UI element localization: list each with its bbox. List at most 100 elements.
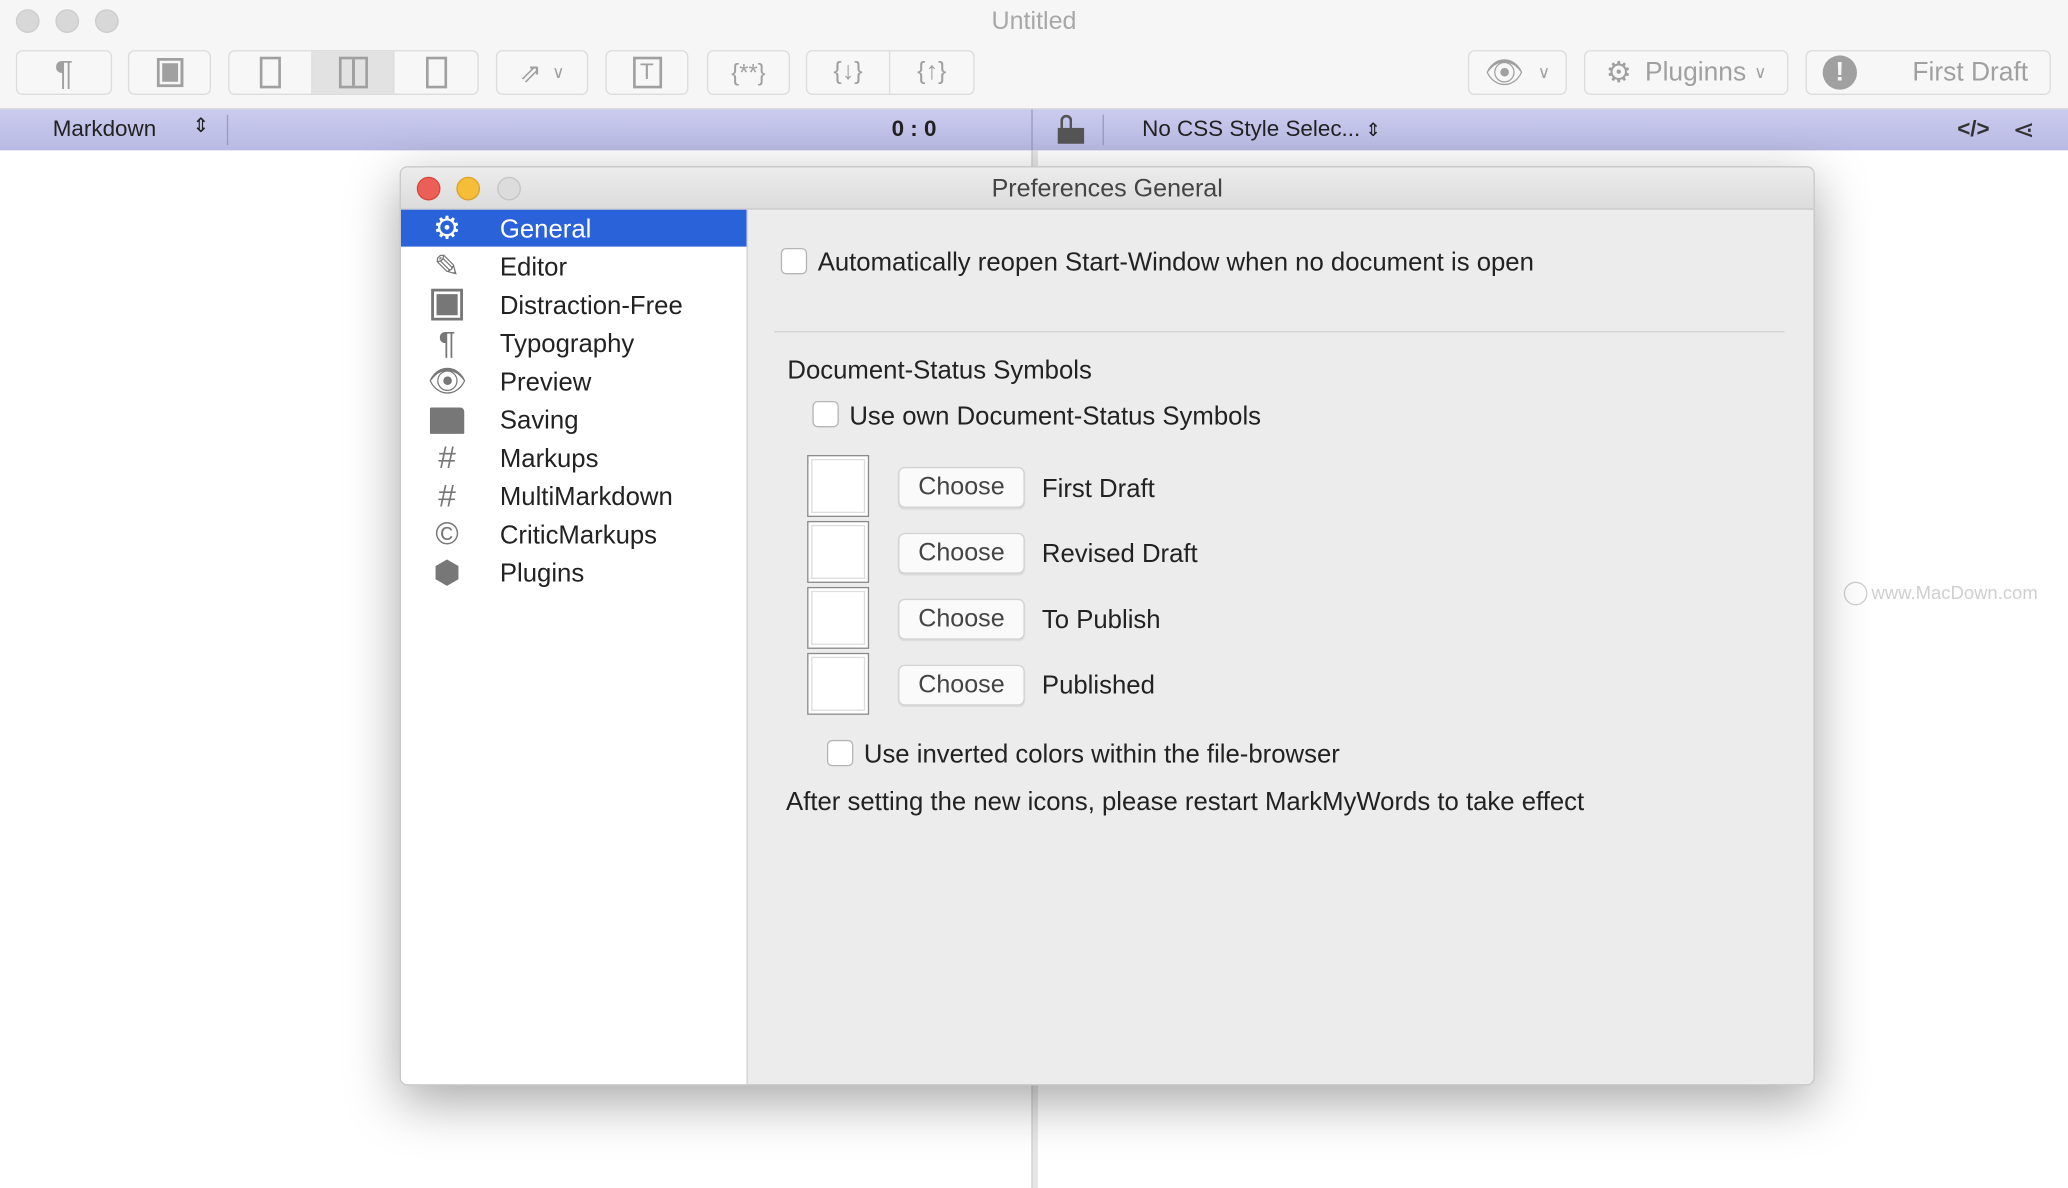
distraction-free-button[interactable] <box>127 50 212 95</box>
folder-icon <box>427 404 467 438</box>
code-icon[interactable]: </> <box>1957 116 1989 142</box>
updown-arrows-icon: ⇕ <box>192 114 210 138</box>
dialog-minimize-button[interactable] <box>456 176 481 201</box>
sidebar-item-distraction-free[interactable]: Distraction-Free <box>401 286 747 323</box>
critic-markup-button[interactable]: {**} <box>706 50 791 95</box>
sidebar-item-typography[interactable]: ¶ Typography <box>401 324 747 361</box>
square-icon <box>156 58 183 88</box>
sidebar-item-label: General <box>499 214 592 244</box>
choose-published-button[interactable]: Choose <box>898 664 1025 706</box>
cube-icon: ⬢ <box>433 555 461 591</box>
first-draft-label: First Draft <box>1041 474 1155 504</box>
dialog-close-button[interactable] <box>416 176 441 201</box>
sidebar-item-label: Plugins <box>499 559 585 589</box>
paragraph-button[interactable]: ¶ <box>15 50 113 95</box>
own-symbols-checkbox[interactable] <box>812 400 839 428</box>
panel-icon <box>425 56 447 89</box>
syntax-selector[interactable]: Markdown <box>53 116 156 142</box>
separator <box>774 331 1785 333</box>
own-symbols-label: Use own Document-Status Symbols <box>849 402 1262 432</box>
share-icon: ⇗ <box>519 58 542 88</box>
reopen-start-window-checkbox[interactable] <box>780 247 808 275</box>
sidebar-item-label: Typography <box>499 329 635 359</box>
dialog-title: Preferences General <box>400 167 1814 210</box>
to-publish-label: To Publish <box>1041 605 1161 635</box>
panel-icon <box>259 56 281 89</box>
published-icon-well[interactable] <box>807 652 870 715</box>
sidebar-item-plugins[interactable]: ⬢ Plugins <box>401 554 747 591</box>
revised-draft-icon-well[interactable] <box>807 520 870 583</box>
braces-down-icon: {↓} <box>833 58 863 86</box>
down-button[interactable]: {↓} <box>807 51 891 94</box>
sidebar-item-label: Distraction-Free <box>499 291 683 321</box>
split-panel-icon <box>338 56 368 89</box>
collapse-expand-control[interactable]: {↓} {↑} <box>805 50 975 95</box>
copyright-icon: © <box>435 517 459 553</box>
inverted-colors-checkbox[interactable] <box>826 739 854 767</box>
preferences-dialog: Preferences General ⚙ General ✎ Editor Dis… <box>399 166 1815 1086</box>
choose-to-publish-button[interactable]: Choose <box>898 598 1025 640</box>
divider <box>1102 114 1104 146</box>
eye-icon: 👁︎ <box>1484 54 1525 91</box>
plugins-menu-button[interactable]: ⚙ Pluginns ∨ <box>1583 50 1789 95</box>
divider <box>1031 109 1033 151</box>
chevron-down-icon: ∨ <box>1537 61 1551 82</box>
sidebar-item-general[interactable]: ⚙ General <box>400 209 747 247</box>
sidebar-item-saving[interactable]: Saving <box>401 401 747 438</box>
first-draft-icon-well[interactable] <box>807 455 870 518</box>
choose-revised-draft-button[interactable]: Choose <box>898 532 1025 574</box>
revised-draft-label: Revised Draft <box>1041 539 1198 569</box>
hash-icon: # <box>438 440 456 477</box>
plugins-label: Pluginns <box>1644 57 1747 87</box>
cursor-position: 0 : 0 <box>891 116 937 142</box>
status-label: First Draft <box>1912 57 2029 87</box>
window-title: Untitled <box>991 7 1077 36</box>
split-view-button[interactable] <box>312 51 395 94</box>
text-button[interactable]: T <box>605 50 689 95</box>
sidebar-item-label: Markups <box>499 444 599 474</box>
sidebar-item-multimarkdown[interactable]: # MultiMarkdown <box>401 477 747 514</box>
editor-only-button[interactable] <box>229 51 313 94</box>
watermark: www.MacDown.com <box>1843 581 2038 606</box>
braces-up-icon: {↑} <box>917 58 947 86</box>
preview-menu-button[interactable]: 👁︎ ∨ <box>1467 50 1567 95</box>
pilcrow-icon: ¶ <box>54 52 74 92</box>
hash-icon: # <box>438 478 456 515</box>
pencil-icon: ✎ <box>433 249 461 285</box>
dialog-zoom-button <box>497 176 521 201</box>
updown-arrows-icon: ⇕ <box>1360 118 1381 140</box>
css-style-label: No CSS Style Selec... <box>1142 116 1361 142</box>
sidebar-item-label: Saving <box>499 406 579 436</box>
section-title: Document-Status Symbols <box>787 356 1092 386</box>
css-style-selector[interactable]: No CSS Style Selec... ⇕ <box>1142 116 1381 142</box>
sidebar-item-label: Preview <box>499 367 592 397</box>
text-box-icon: T <box>632 56 662 89</box>
reopen-start-window-label: Automatically reopen Start-Window when n… <box>817 247 1534 277</box>
chevron-down-icon: ∨ <box>552 61 565 82</box>
preview-only-button[interactable] <box>395 51 478 93</box>
unlock-icon[interactable] <box>1057 114 1085 144</box>
sidebar-item-label: Editor <box>499 253 568 283</box>
inverted-colors-label: Use inverted colors within the file-brow… <box>863 739 1340 769</box>
exclamation-icon: ! <box>1822 55 1857 90</box>
choose-first-draft-button[interactable]: Choose <box>898 466 1025 508</box>
sidebar-item-label: CriticMarkups <box>499 520 658 550</box>
watermark-text: www.MacDown.com <box>1871 581 2038 603</box>
macdown-logo-icon <box>1843 582 1868 606</box>
sidebar-item-criticmarkups[interactable]: © CriticMarkups <box>401 516 747 553</box>
pilcrow-icon: ¶ <box>438 325 456 362</box>
share-icon[interactable]: ⋖ <box>2013 113 2035 146</box>
layout-segmented-control[interactable] <box>228 50 479 95</box>
gear-icon: ⚙ <box>1605 55 1632 89</box>
sidebar-item-preview[interactable]: 👁︎ Preview <box>401 363 747 400</box>
document-status-button[interactable]: ! First Draft <box>1805 50 2051 95</box>
sidebar-item-markups[interactable]: # Markups <box>401 439 747 476</box>
eye-icon: 👁︎ <box>427 364 468 400</box>
preferences-sidebar: ⚙ General ✎ Editor Distraction-Free ¶ Typog… <box>400 209 748 1085</box>
sidebar-item-editor[interactable]: ✎ Editor <box>401 248 747 285</box>
to-publish-icon-well[interactable] <box>807 586 870 649</box>
sidebar-item-label: MultiMarkdown <box>499 482 673 512</box>
published-label: Published <box>1041 671 1155 701</box>
share-menu-button[interactable]: ⇗ ∨ <box>495 50 589 95</box>
up-button[interactable]: {↑} <box>890 51 973 93</box>
